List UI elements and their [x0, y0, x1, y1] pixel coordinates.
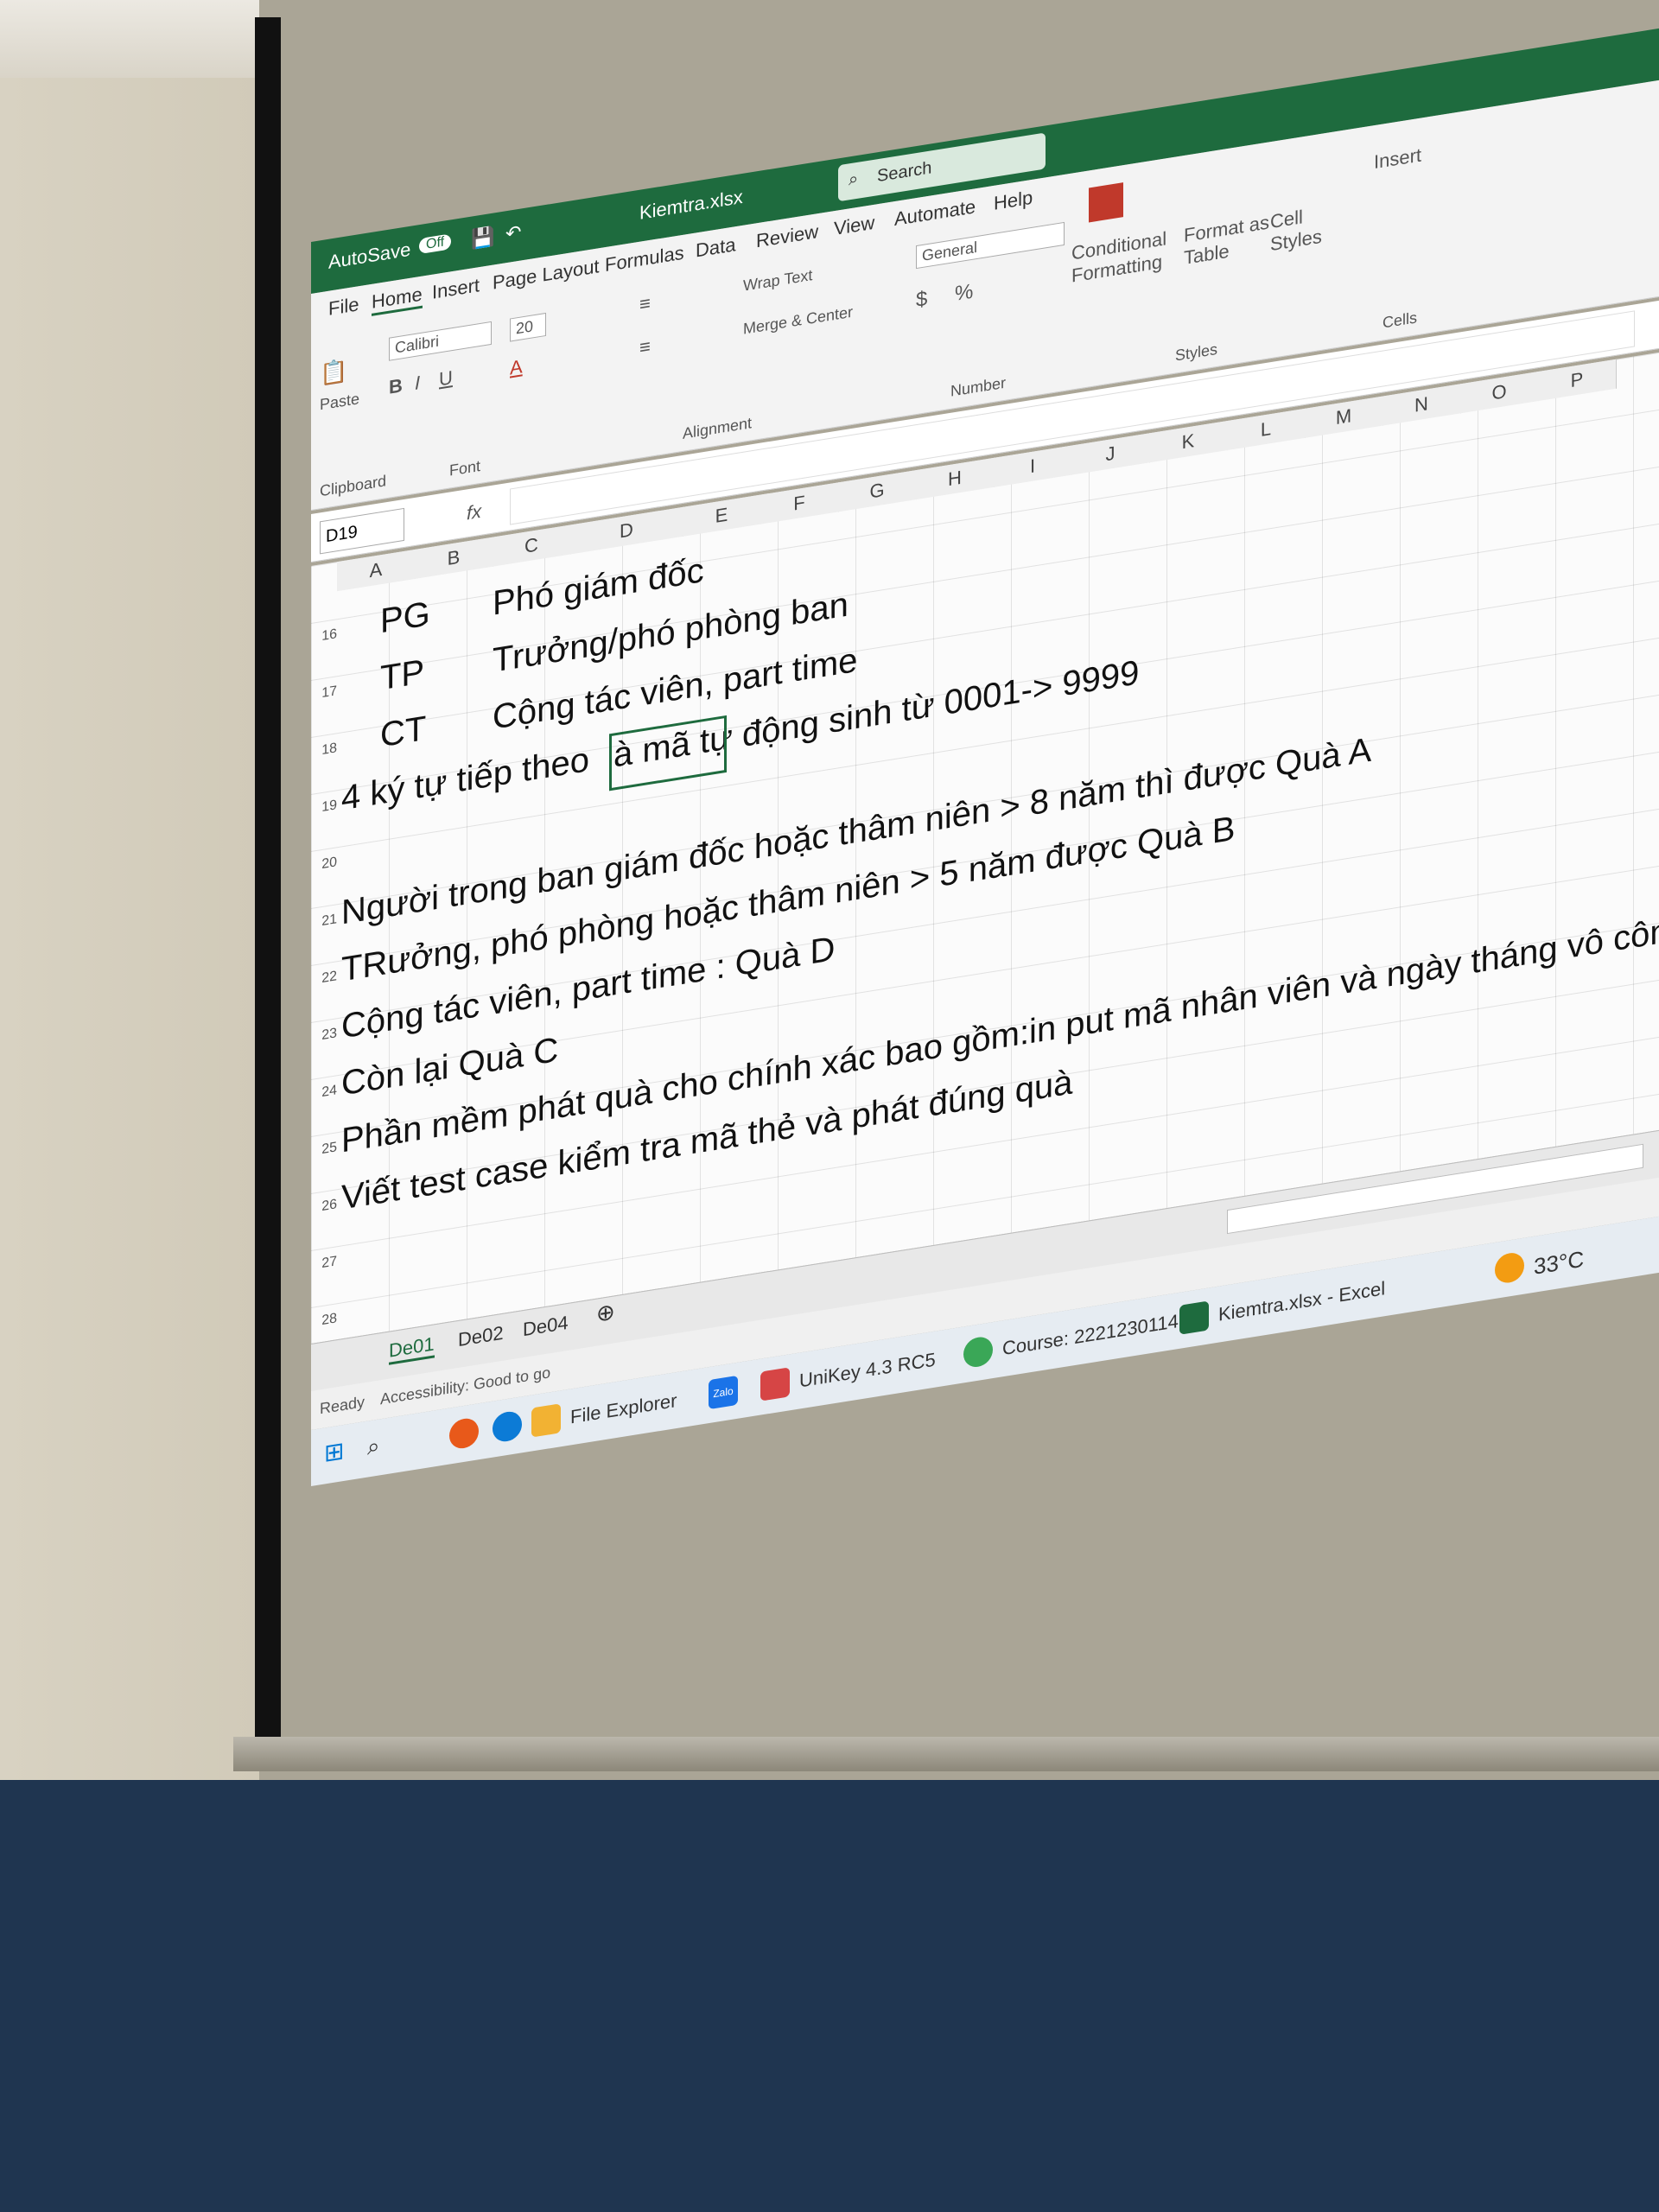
- search-icon: ⌕: [849, 168, 859, 190]
- italic-button[interactable]: I: [415, 372, 420, 395]
- file-name: Kiemtra.xlsx: [639, 185, 743, 224]
- align-left-icon[interactable]: ≡: [639, 335, 651, 359]
- windows-start-icon[interactable]: ⊞: [324, 1436, 344, 1468]
- paste-icon[interactable]: 📋: [320, 357, 347, 388]
- screen-frame: [255, 17, 281, 1737]
- align-top-icon[interactable]: ≡: [639, 292, 651, 316]
- fx-label: fx: [467, 499, 482, 524]
- undo-icon[interactable]: ↶: [505, 220, 521, 245]
- conditional-formatting-icon: [1089, 182, 1123, 223]
- add-sheet-icon[interactable]: ⊕: [596, 1298, 615, 1327]
- excel-icon[interactable]: [1179, 1300, 1209, 1335]
- currency-icon[interactable]: $: [916, 287, 927, 313]
- desk-surface: [0, 1780, 1659, 2212]
- font-color-button[interactable]: A: [510, 355, 523, 379]
- unikey-icon[interactable]: [760, 1367, 790, 1402]
- autosave-label: AutoSave: [328, 238, 411, 273]
- cell-b17[interactable]: TP: [380, 652, 424, 698]
- cell-b16[interactable]: PG: [380, 594, 430, 641]
- zalo-icon[interactable]: Zalo: [709, 1375, 738, 1410]
- status-ready: Ready: [320, 1393, 365, 1418]
- folder-icon[interactable]: [531, 1403, 561, 1438]
- percent-icon[interactable]: %: [955, 280, 973, 307]
- screen-bottom-rail: [233, 1737, 1659, 1771]
- bold-button[interactable]: B: [389, 374, 403, 399]
- autosave-toggle[interactable]: Off: [419, 233, 452, 255]
- projected-excel-window: AutoSave Off 💾 ↶ Kiemtra.xlsx ⌕ Search F…: [311, 0, 1659, 1486]
- save-icon[interactable]: 💾: [471, 225, 494, 251]
- cell-b18[interactable]: CT: [380, 709, 426, 755]
- underline-button[interactable]: U: [439, 366, 453, 391]
- search-placeholder: Search: [877, 158, 932, 187]
- search-icon[interactable]: ⌕: [367, 1432, 380, 1461]
